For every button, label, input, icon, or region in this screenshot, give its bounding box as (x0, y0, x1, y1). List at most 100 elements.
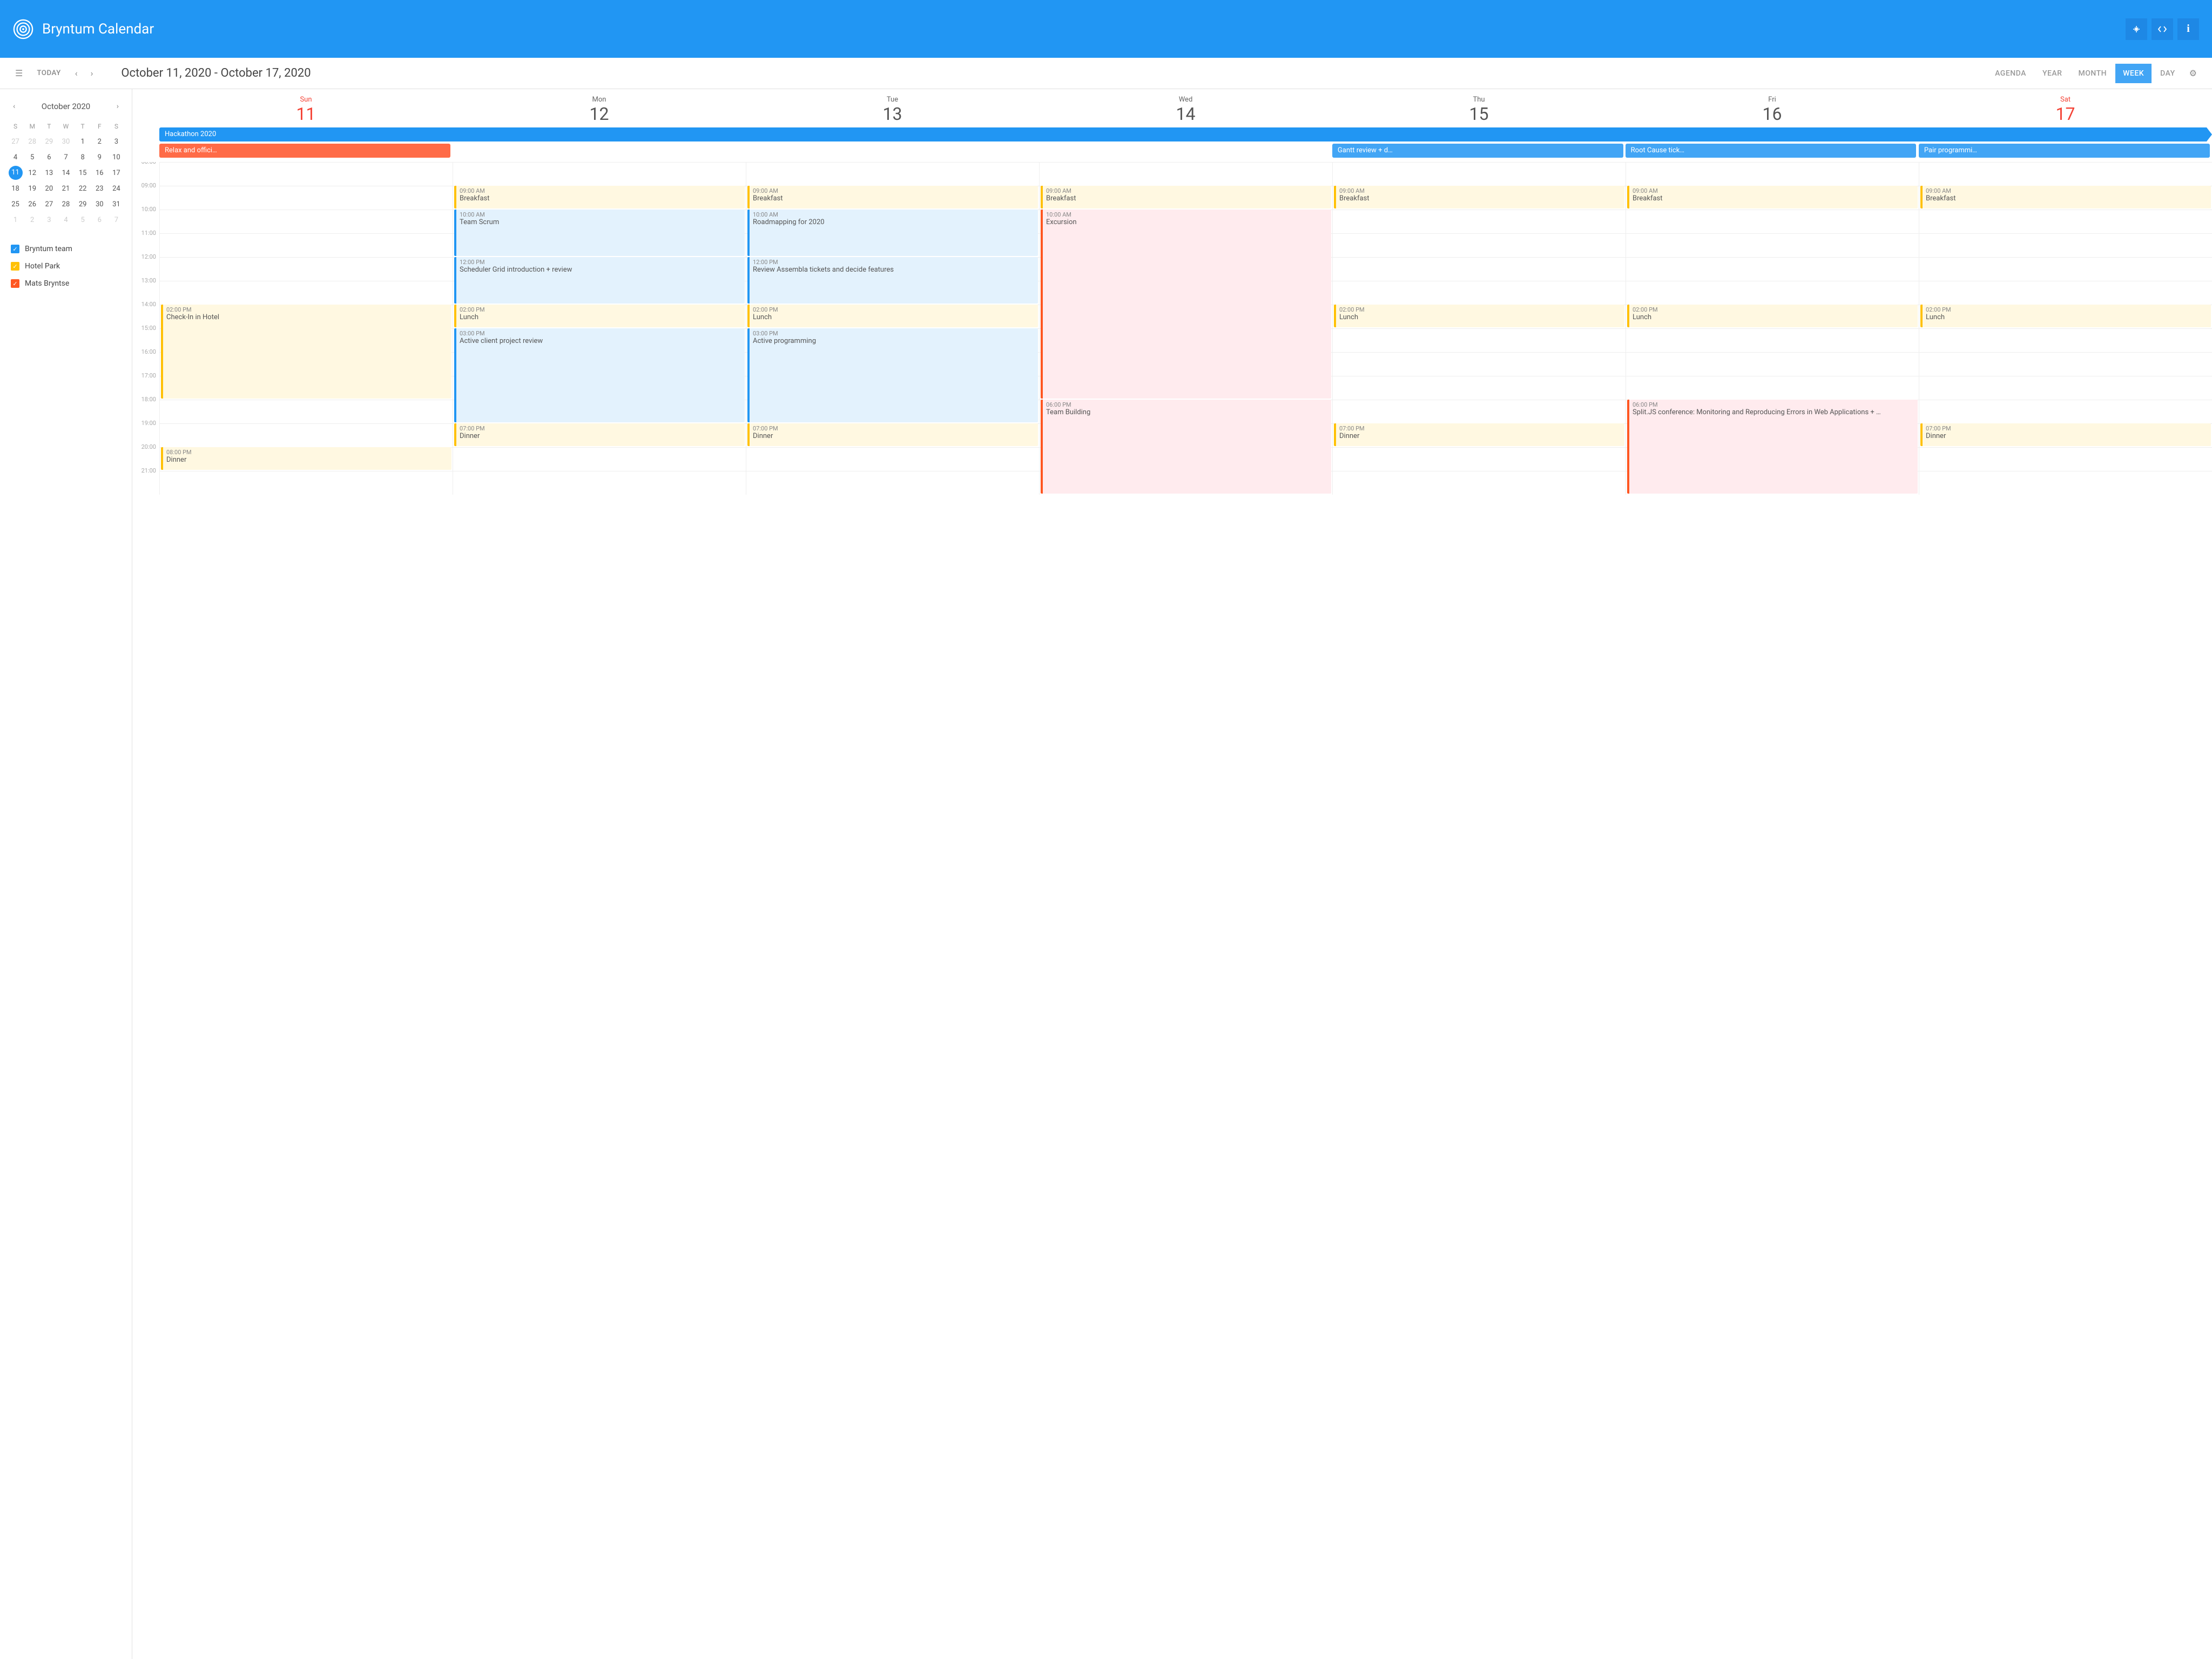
mini-cal-day[interactable]: 28 (24, 134, 40, 149)
hour-cell[interactable] (1333, 281, 1626, 305)
mini-cal-day[interactable]: 7 (58, 150, 73, 165)
hour-cell[interactable] (160, 257, 453, 281)
calendar-event[interactable]: 03:00 PMActive client project review (454, 328, 745, 422)
mini-cal-day[interactable]: 11 (9, 166, 23, 180)
mini-cal-day[interactable]: 10 (109, 150, 124, 165)
day-header[interactable]: Mon12 (453, 89, 746, 127)
day-column[interactable]: 09:00 AMBreakfast10:00 AMTeam Scrum12:00… (453, 162, 746, 495)
mini-cal-day[interactable]: 4 (58, 213, 73, 227)
calendar-event[interactable]: 03:00 PMActive programming (747, 328, 1038, 422)
hour-cell[interactable] (1626, 162, 1919, 186)
hour-cell[interactable] (453, 162, 746, 186)
mini-cal-day[interactable]: 23 (92, 181, 107, 196)
mini-cal-day[interactable]: 22 (75, 181, 91, 196)
calendar-event[interactable]: 02:00 PMLunch (454, 305, 745, 327)
settings-button[interactable]: ⚙ (2183, 64, 2203, 83)
hour-cell[interactable] (1626, 328, 1919, 352)
mini-cal-day[interactable]: 19 (24, 181, 40, 196)
prev-button[interactable]: ‹ (69, 64, 84, 83)
hour-cell[interactable] (160, 281, 453, 305)
mini-cal-next[interactable]: › (114, 100, 121, 113)
hour-cell[interactable] (1919, 210, 2212, 233)
hour-cell[interactable] (1626, 257, 1919, 281)
mini-cal-day[interactable]: 13 (41, 166, 57, 180)
allday-event-pair[interactable]: Pair programmi… (1919, 144, 2210, 158)
day-column[interactable]: 09:00 AMBreakfast02:00 PMLunch06:00 PMSp… (1626, 162, 1919, 495)
mini-cal-day[interactable]: 6 (92, 213, 107, 227)
hour-cell[interactable] (1919, 233, 2212, 257)
time-grid[interactable]: 08:0009:0010:0011:0012:0013:0014:0015:00… (132, 162, 2212, 1659)
view-agenda[interactable]: AGENDA (1987, 64, 2034, 83)
hour-cell[interactable] (1333, 328, 1626, 352)
mini-cal-day[interactable]: 3 (41, 213, 57, 227)
hour-cell[interactable] (1333, 471, 1626, 495)
calendar-event[interactable]: 09:00 AMBreakfast (1334, 186, 1624, 208)
hour-cell[interactable] (160, 186, 453, 210)
calendar-event[interactable]: 09:00 AMBreakfast (1627, 186, 1918, 208)
day-header[interactable]: Sat17 (1919, 89, 2212, 127)
day-header[interactable]: Wed14 (1039, 89, 1332, 127)
calendar-event[interactable]: 07:00 PMDinner (1920, 423, 2211, 446)
hour-cell[interactable] (1919, 376, 2212, 400)
hour-cell[interactable] (160, 400, 453, 423)
hour-cell[interactable] (160, 471, 453, 495)
mini-cal-day[interactable]: 31 (109, 197, 124, 212)
calendar-event[interactable]: 06:00 PMTeam Building (1041, 400, 1331, 494)
hour-cell[interactable] (453, 447, 746, 471)
mini-cal-day[interactable]: 27 (41, 197, 57, 212)
hour-cell[interactable] (1919, 352, 2212, 376)
day-header[interactable]: Thu15 (1332, 89, 1626, 127)
calendar-event[interactable]: 07:00 PMDinner (747, 423, 1038, 446)
hour-cell[interactable] (1626, 352, 1919, 376)
calendar-event[interactable]: 06:00 PMSplit.JS conference: Monitoring … (1627, 400, 1918, 494)
hour-cell[interactable] (1626, 281, 1919, 305)
day-column[interactable]: 09:00 AMBreakfast02:00 PMLunch07:00 PMDi… (1919, 162, 2212, 495)
calendar-event[interactable]: 12:00 PMScheduler Grid introduction + re… (454, 257, 745, 304)
hour-cell[interactable] (1919, 400, 2212, 423)
today-button[interactable]: TODAY (29, 65, 68, 82)
mini-cal-day[interactable]: 16 (92, 166, 107, 180)
calendar-event[interactable]: 10:00 AMExcursion (1041, 210, 1331, 399)
calendar-event[interactable]: 09:00 AMBreakfast (1041, 186, 1331, 208)
calendar-event[interactable]: 02:00 PMCheck-In in Hotel (161, 305, 451, 399)
resource-item[interactable]: ✓Mats Bryntse (11, 279, 121, 288)
mini-cal-day[interactable]: 9 (92, 150, 107, 165)
hour-cell[interactable] (1040, 162, 1332, 186)
calendar-event[interactable]: 02:00 PMLunch (747, 305, 1038, 327)
mini-cal-day[interactable]: 4 (8, 150, 23, 165)
allday-event-relax[interactable]: Relax and offici… (159, 144, 450, 158)
mini-cal-day[interactable]: 8 (75, 150, 91, 165)
mini-cal-day[interactable]: 1 (8, 213, 23, 227)
code-button[interactable] (2152, 18, 2173, 40)
hour-cell[interactable] (1626, 376, 1919, 400)
allday-event-gantt[interactable]: Gantt review + d… (1332, 144, 1623, 158)
hour-cell[interactable] (1333, 257, 1626, 281)
mini-cal-day[interactable]: 29 (41, 134, 57, 149)
hour-cell[interactable] (160, 233, 453, 257)
calendar-event[interactable]: 09:00 AMBreakfast (747, 186, 1038, 208)
hour-cell[interactable] (1333, 400, 1626, 423)
view-week[interactable]: WEEK (2115, 64, 2152, 83)
calendar-event[interactable]: 02:00 PMLunch (1920, 305, 2211, 327)
hour-cell[interactable] (1626, 233, 1919, 257)
day-column[interactable]: 02:00 PMCheck-In in Hotel 08:00 PMDinner (159, 162, 453, 495)
resource-item[interactable]: ✓Bryntum team (11, 245, 121, 253)
menu-button[interactable]: ☰ (9, 64, 29, 83)
view-day[interactable]: DAY (2153, 64, 2183, 83)
mini-cal-day[interactable]: 17 (109, 166, 124, 180)
day-column[interactable]: 09:00 AMBreakfast10:00 AMExcursion06:00 … (1039, 162, 1332, 495)
mini-cal-day[interactable]: 30 (92, 197, 107, 212)
mini-cal-day[interactable]: 30 (58, 134, 73, 149)
hour-cell[interactable] (1919, 281, 2212, 305)
calendar-event[interactable]: 09:00 AMBreakfast (454, 186, 745, 208)
hour-cell[interactable] (1919, 447, 2212, 471)
mini-cal-prev[interactable]: ‹ (11, 100, 17, 113)
day-column[interactable]: 09:00 AMBreakfast10:00 AMRoadmapping for… (746, 162, 1039, 495)
mini-cal-day[interactable]: 12 (24, 166, 40, 180)
hour-cell[interactable] (746, 471, 1039, 495)
day-column[interactable]: 09:00 AMBreakfast02:00 PMLunch07:00 PMDi… (1332, 162, 1626, 495)
mini-cal-day[interactable]: 25 (8, 197, 23, 212)
calendar-event[interactable]: 08:00 PMDinner (161, 447, 451, 470)
mini-cal-day[interactable]: 3 (109, 134, 124, 149)
hour-cell[interactable] (1333, 376, 1626, 400)
